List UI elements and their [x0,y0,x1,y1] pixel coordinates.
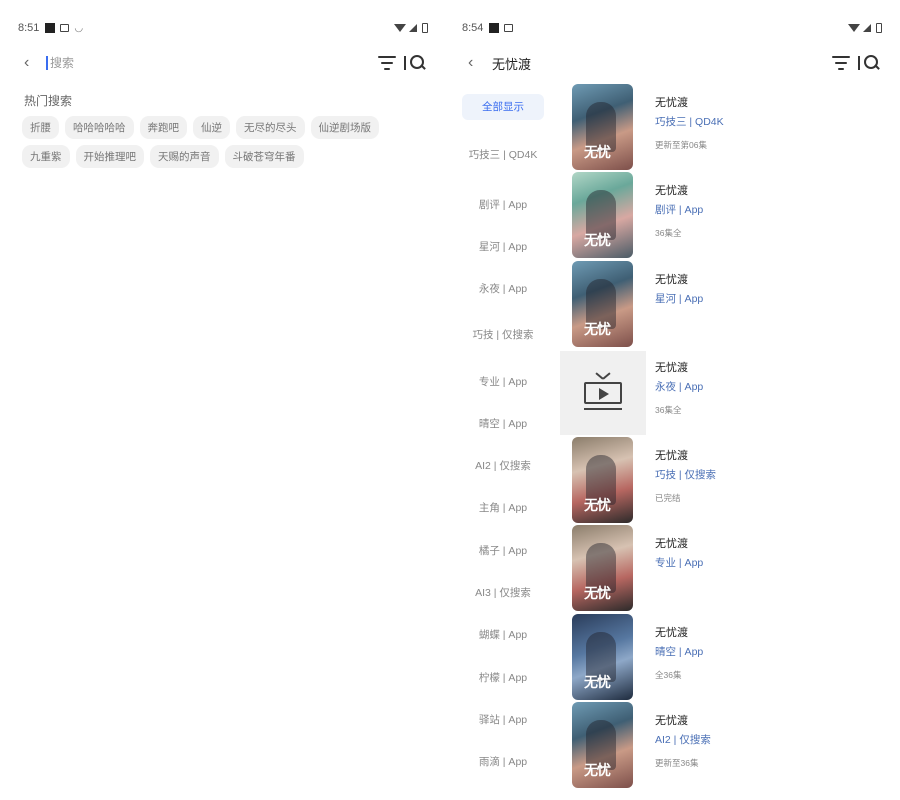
result-title: 无忧渡 [655,185,688,198]
hot-search-tag[interactable]: 天赐的声音 [150,145,219,168]
result-title: 无忧渡 [655,450,688,463]
result-status: 全36集 [655,669,682,680]
category-item[interactable]: 驿站 | App [462,699,544,741]
divider [404,56,406,70]
back-arrow-icon[interactable]: ‹ [468,54,488,72]
back-arrow-icon[interactable]: ‹ [24,54,44,72]
result-item[interactable]: 无忧 无忧渡 AI2 | 仅搜索 更新至36集 [560,702,890,790]
message-icon [504,24,514,32]
search-input[interactable]: 搜索 [46,56,74,70]
category-item[interactable]: 蝴蝶 | App [462,615,544,657]
result-source: 永夜 | App [655,380,704,393]
hot-search-tag[interactable]: 折腰 [22,116,59,139]
search-icon[interactable] [864,55,880,71]
category-item[interactable]: 星河 | App [462,226,544,268]
wifi-icon [394,24,406,32]
category-item[interactable]: AI3 | 仅搜索 [462,572,544,614]
divider [858,56,860,70]
message-icon [60,24,70,32]
result-status: 更新至36集 [655,758,699,769]
result-source: 星河 | App [655,292,704,305]
category-item[interactable]: 专业 | App [462,361,544,403]
result-item[interactable]: 无忧 无忧渡 巧技 | 仅搜索 已完结 [560,437,890,525]
status-time: 8:51 [18,22,40,34]
notification-icon [489,23,500,33]
hot-search-tag[interactable]: 九重紫 [22,145,70,168]
status-time: 8:54 [462,22,484,34]
tv-icon [584,372,622,412]
drama-poster: 无忧 [572,613,633,700]
drama-poster: 无忧 [572,172,633,259]
battery-icon [876,23,882,33]
result-status: 36集全 [655,228,682,239]
category-item[interactable]: 剧评 | App [462,184,544,226]
category-item[interactable]: 主角 | App [462,488,544,530]
result-item[interactable]: 无忧 无忧渡 剧评 | App 36集全 [560,172,890,260]
drama-poster: 无忧 [572,437,633,524]
result-item[interactable]: 无忧渡 永夜 | App 36集全 [560,349,890,437]
filter-icon[interactable] [378,56,396,70]
signal-icon [409,24,417,32]
drama-poster: 无忧 [572,84,633,170]
hot-search-tag[interactable]: 仙逆 [193,116,230,139]
result-title: 无忧渡 [655,361,688,374]
category-item[interactable]: 晴空 | App [462,403,544,445]
battery-icon [422,23,428,33]
category-item[interactable]: 巧技 | 仅搜索 [462,311,544,361]
result-item[interactable]: 无忧 无忧渡 星河 | App [560,260,890,349]
page-title: 无忧渡 [492,56,532,72]
results-screen: 8:54 ‹ 无忧渡 全部显示 巧技三 | QD4K 剧评 | App 星河 |… [452,0,892,800]
filter-icon[interactable] [832,56,850,70]
status-bar: 8:54 [462,20,882,36]
category-item[interactable]: 橘子 | App [462,530,544,572]
result-source: 巧技三 | QD4K [655,116,724,128]
poster-placeholder [560,350,646,435]
category-item[interactable]: 雨滴 | App [462,742,544,784]
hot-search-tag[interactable]: 仙逆剧场版 [310,116,379,139]
source-category-list: 全部显示 巧技三 | QD4K 剧评 | App 星河 | App 永夜 | A… [462,90,544,784]
drama-poster: 无忧 [572,702,633,789]
hot-search-tag[interactable]: 奔跑吧 [139,116,187,139]
wifi-icon [848,24,860,32]
status-bar: 8:51 ◡ [18,20,428,36]
result-status: 更新至第06集 [655,140,707,150]
result-title: 无忧渡 [655,97,688,109]
result-title: 无忧渡 [655,538,688,551]
search-screen: 8:51 ◡ ‹ 搜索 热门搜索 折腰 哈哈哈哈哈 奔跑吧 仙逆 无尽的尽头 仙… [8,0,438,800]
drama-poster: 无忧 [572,525,633,612]
drama-poster: 无忧 [572,260,633,347]
result-source: AI2 | 仅搜索 [655,734,711,747]
result-item[interactable]: 无忧 无忧渡 晴空 | App 全36集 [560,613,890,702]
result-source: 巧技 | 仅搜索 [655,469,717,482]
category-item-all[interactable]: 全部显示 [462,94,544,120]
category-item[interactable]: AI2 | 仅搜索 [462,445,544,487]
search-bar: ‹ 搜索 [24,52,426,74]
hot-search-tag[interactable]: 哈哈哈哈哈 [65,116,134,139]
hot-search-tag[interactable]: 斗破苍穹年番 [224,145,304,168]
hot-search-title: 热门搜索 [24,94,73,108]
result-status: 36集全 [655,404,682,415]
results-header: ‹ 无忧渡 [468,52,880,74]
hot-search-tag[interactable]: 无尽的尽头 [236,116,305,139]
hot-search-tags: 折腰 哈哈哈哈哈 奔跑吧 仙逆 无尽的尽头 仙逆剧场版 九重紫 开始推理吧 天赐… [22,116,432,174]
result-item[interactable]: 无忧 无忧渡 专业 | App [560,525,890,613]
result-list: 无忧 无忧渡 巧技三 | QD4K 更新至第06集 无忧 无忧渡 剧评 | Ap… [560,84,890,790]
result-item[interactable]: 无忧 无忧渡 巧技三 | QD4K 更新至第06集 [560,84,890,172]
notification-icon [45,23,56,33]
hot-search-tag[interactable]: 开始推理吧 [75,145,144,168]
result-title: 无忧渡 [655,715,688,728]
category-item[interactable]: 永夜 | App [462,269,544,311]
result-status: 已完结 [655,493,681,504]
category-item[interactable]: 巧技三 | QD4K [462,126,544,184]
cloud-icon: ◡ [74,22,84,34]
category-item[interactable]: 柠檬 | App [462,657,544,699]
result-source: 专业 | App [655,557,704,570]
search-icon[interactable] [410,55,426,71]
result-source: 晴空 | App [655,645,704,658]
result-title: 无忧渡 [655,626,688,639]
signal-icon [863,24,871,32]
result-title: 无忧渡 [655,273,688,286]
result-source: 剧评 | App [655,204,704,217]
